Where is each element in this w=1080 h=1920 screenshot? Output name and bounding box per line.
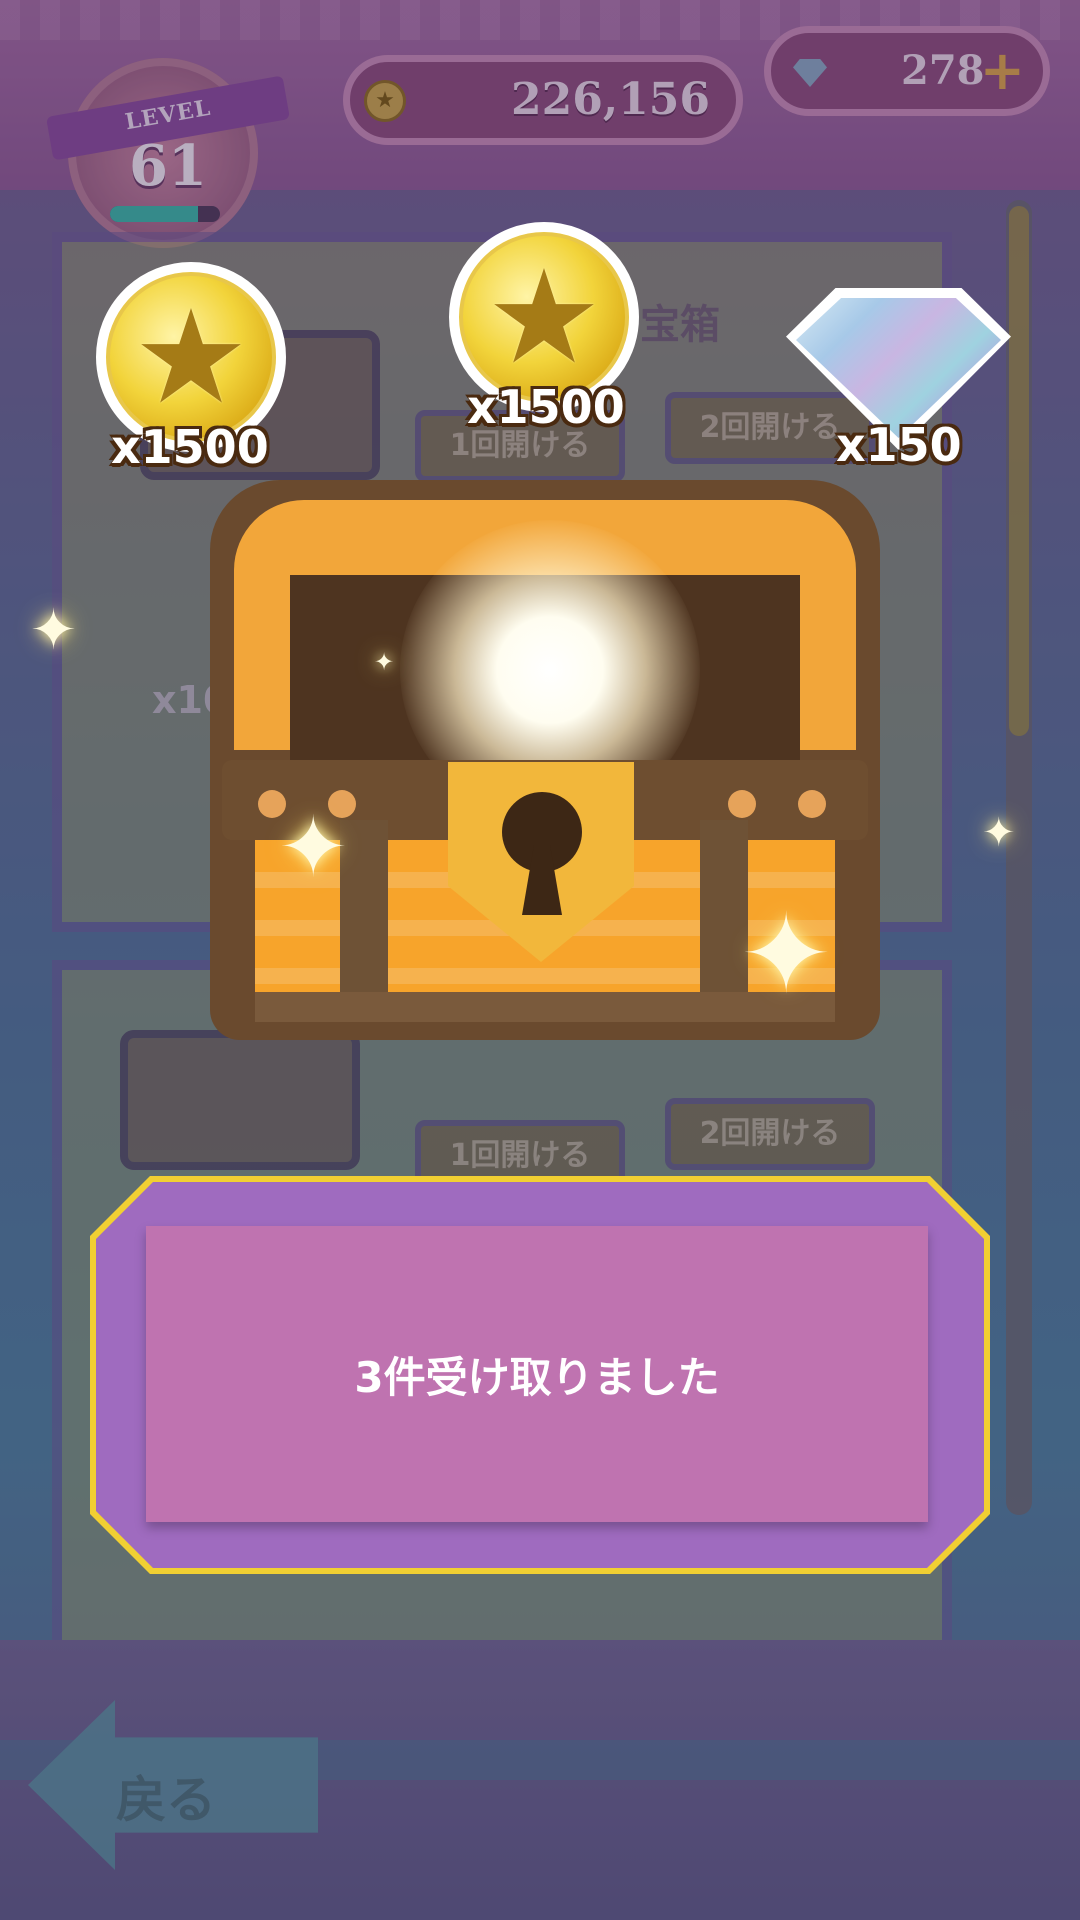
sparkle-icon: ✦ [374,648,395,676]
gem-icon [796,298,1001,438]
reward-qty: x150 [836,418,962,472]
dialog-message: 3件受け取りました [354,1353,720,1402]
reward-qty: x1500 [111,420,269,474]
chest-stud [728,790,756,818]
reward-item-2: ★ x1500 [449,222,639,434]
reward-item-1: ★ x1500 [96,262,286,474]
reward-qty: x1500 [467,380,625,434]
chest-stud [798,790,826,818]
sparkle-icon: ✦ [278,798,349,896]
sparkle-icon: ✦ [30,598,77,663]
sparkle-icon: ✦ [982,810,1016,856]
dialog-card[interactable]: 3件受け取りました [146,1226,928,1522]
sparkle-icon: ✦ [740,890,833,1018]
reward-dialog[interactable]: 3件受け取りました [90,1176,990,1574]
reward-item-3: x150 [786,288,1011,472]
